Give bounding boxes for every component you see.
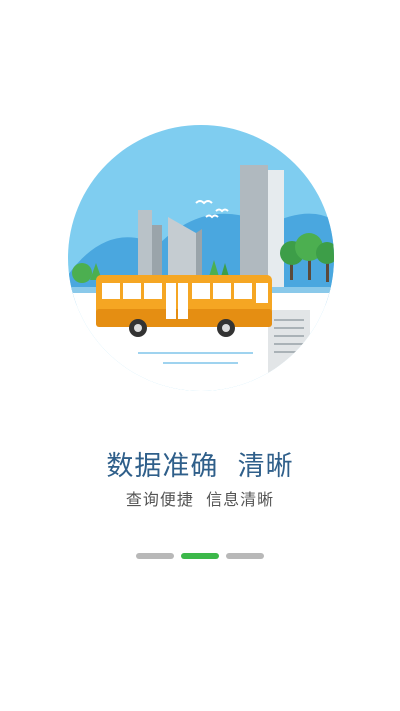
page-dot-2-active[interactable]	[181, 553, 219, 559]
bus-city-illustration	[68, 125, 334, 391]
page-dot-1[interactable]	[136, 553, 174, 559]
bus-stop-sign-icon	[268, 310, 310, 380]
headline-title: 数据准确 清晰	[106, 451, 294, 482]
subline-text: 查询便捷 信息清晰	[125, 490, 275, 509]
page-dot-3[interactable]	[226, 553, 264, 559]
page-indicator	[136, 553, 264, 559]
